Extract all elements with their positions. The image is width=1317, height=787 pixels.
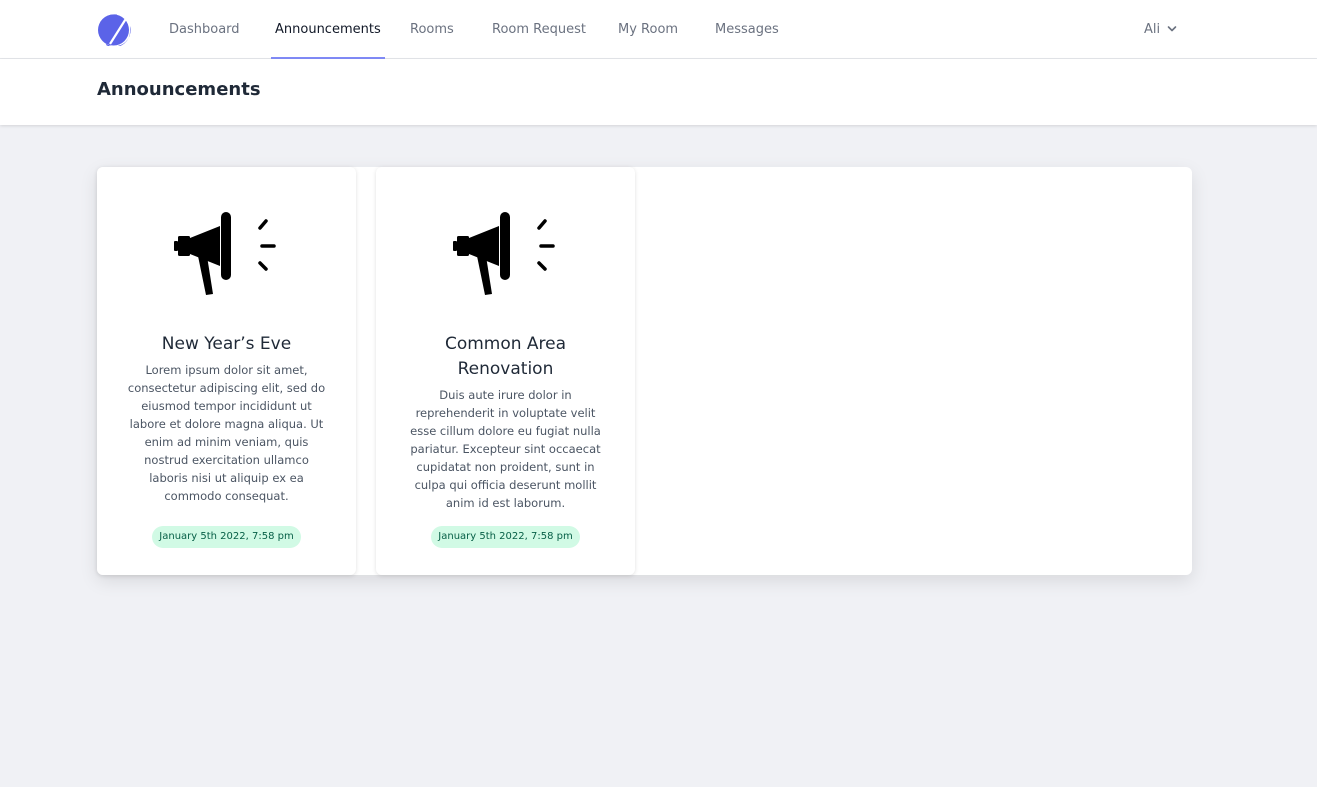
megaphone-icon (453, 212, 555, 295)
nav-item-room-request[interactable]: Room Request (492, 0, 586, 59)
logo-icon[interactable] (97, 13, 131, 46)
announcement-body: Duis aute irure dolor in reprehenderit i… (410, 388, 601, 510)
nav-item-rooms[interactable]: Rooms (410, 0, 454, 59)
nav-item-dashboard[interactable]: Dashboard (169, 0, 240, 59)
announcement-card[interactable]: Common Area Renovation Duis aute irure d… (376, 167, 635, 575)
nav-item-my-room[interactable]: My Room (618, 0, 678, 59)
announcement-title: New Year’s Eve (161, 334, 292, 354)
megaphone-icon (174, 212, 276, 295)
announcement-body: Lorem ipsum dolor sit amet, consectetur … (127, 363, 326, 503)
page-title: Announcements (97, 79, 261, 100)
announcements-panel: New Year’s Eve Lorem ipsum dolor sit ame… (97, 167, 1192, 575)
page-header: Announcements (0, 59, 1317, 125)
announcement-title: Common Area Renovation (444, 334, 567, 379)
user-name: Ali (1144, 21, 1161, 37)
nav-item-messages[interactable]: Messages (715, 0, 779, 59)
announcement-date-badge: January 5th 2022, 7:58 pm (152, 526, 301, 548)
nav-item-announcements[interactable]: Announcements (271, 0, 385, 59)
chevron-down-icon (1167, 26, 1177, 32)
announcement-card[interactable]: New Year’s Eve Lorem ipsum dolor sit ame… (97, 167, 356, 575)
announcement-date-badge: January 5th 2022, 7:58 pm (431, 526, 580, 548)
user-menu[interactable]: Ali (1144, 20, 1177, 38)
top-navbar: Dashboard Announcements Rooms Room Reque… (0, 0, 1317, 59)
